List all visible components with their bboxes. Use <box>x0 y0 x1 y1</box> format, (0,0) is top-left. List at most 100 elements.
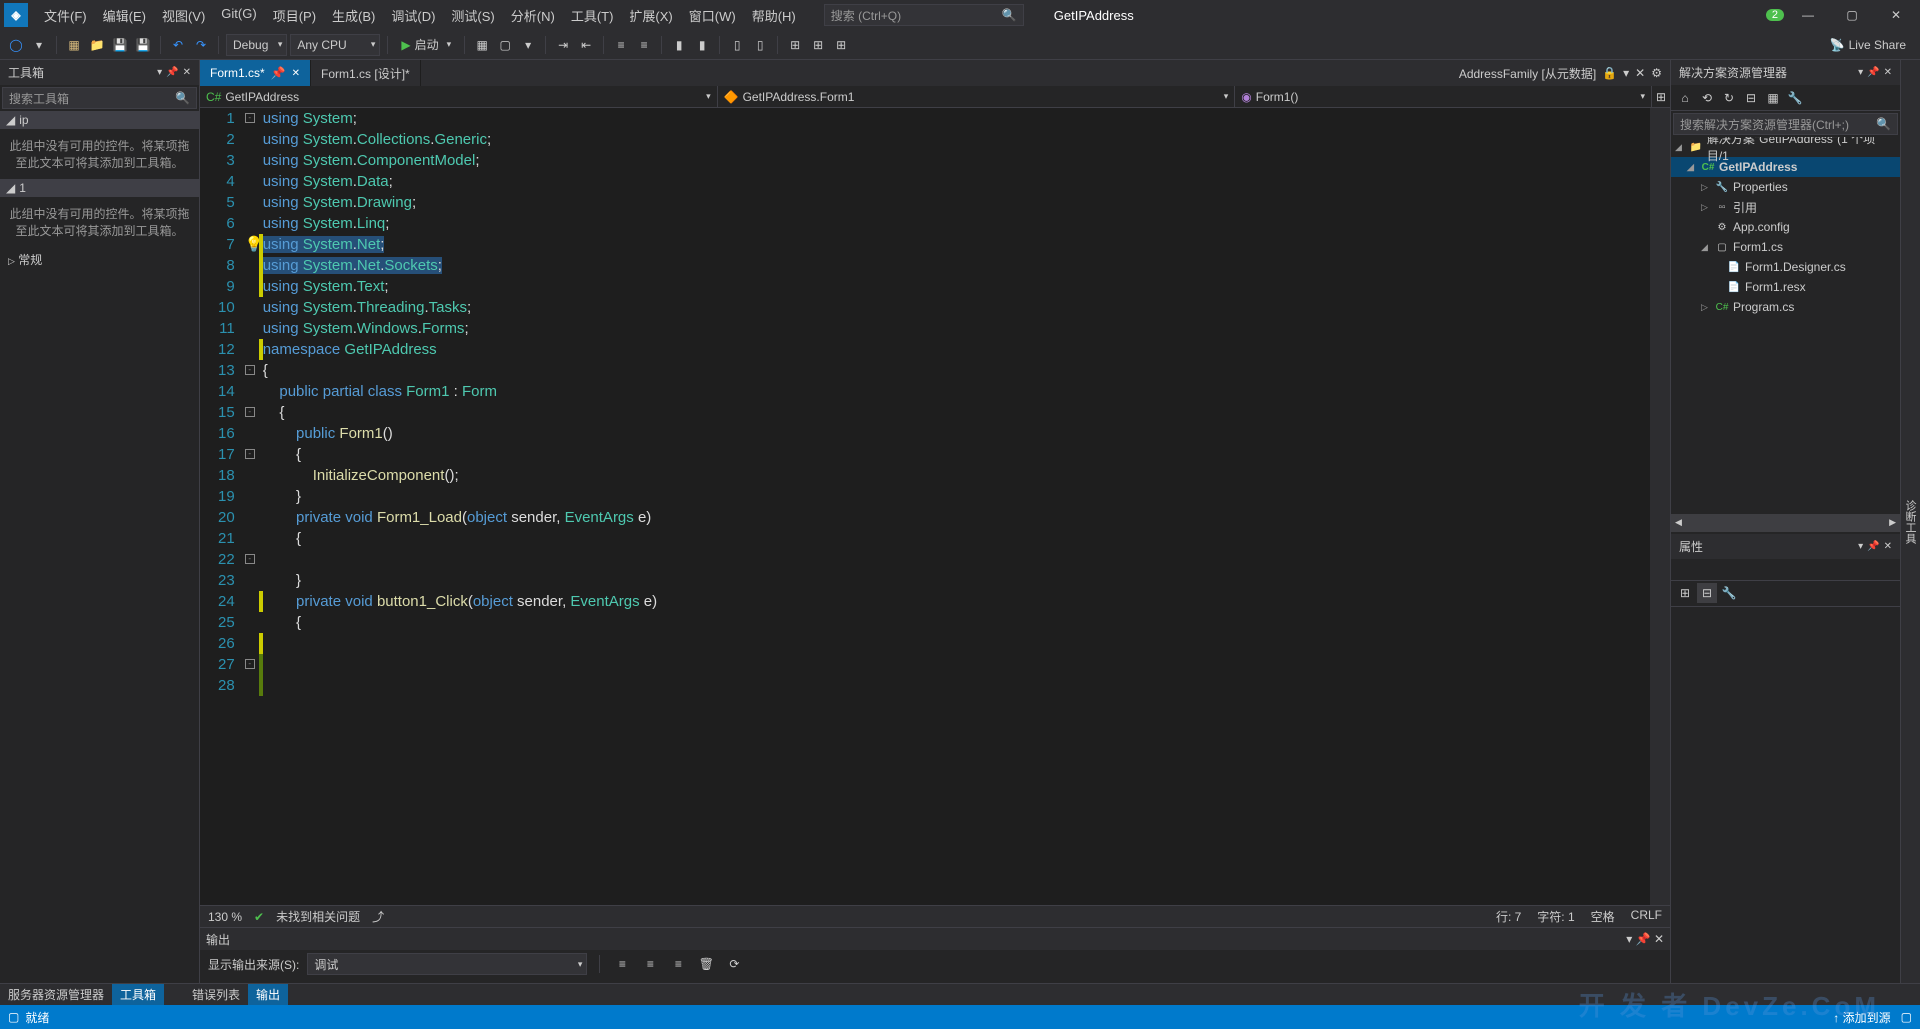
properties-node[interactable]: ▷🔧Properties <box>1671 177 1900 197</box>
output-icon[interactable]: 🗑 <box>696 954 716 974</box>
program-cs-node[interactable]: ▷C#Program.cs <box>1671 297 1900 317</box>
menu-item[interactable]: 项目(P) <box>265 2 324 29</box>
config-dropdown[interactable]: Debug <box>226 34 287 56</box>
output-source-dropdown[interactable]: 调试 <box>307 953 587 975</box>
metadata-tab-label[interactable]: AddressFamily [从元数据] <box>1459 65 1596 82</box>
redo-icon[interactable]: ↷ <box>191 35 211 55</box>
close-icon[interactable]: ✕ <box>292 68 300 79</box>
encoding-indicator[interactable]: CRLF <box>1631 908 1662 925</box>
solution-root-node[interactable]: ◢📁解决方案"GetIPAddress"(1 个项目/1 <box>1671 137 1900 157</box>
toolbar-icon[interactable]: ⊞ <box>785 35 805 55</box>
indent-indicator[interactable]: 空格 <box>1591 908 1615 925</box>
add-source-button[interactable]: ↑ 添加到源 <box>1833 1009 1890 1026</box>
references-node[interactable]: ▷▫▫引用 <box>1671 197 1900 217</box>
open-icon[interactable]: 📁 <box>87 35 107 55</box>
menu-item[interactable]: 文件(F) <box>36 2 95 29</box>
menu-item[interactable]: 编辑(E) <box>95 2 154 29</box>
close-icon[interactable]: ✕ <box>1635 66 1645 80</box>
home-icon[interactable]: ⌂ <box>1675 88 1695 108</box>
toolbar-icon[interactable]: ▯ <box>727 35 747 55</box>
minimize-button[interactable]: — <box>1788 1 1828 29</box>
side-tab-diagnostics[interactable]: 诊断工具 <box>1900 60 1920 983</box>
dropdown-icon[interactable]: ▾ <box>1858 67 1863 78</box>
menu-item[interactable]: 视图(V) <box>154 2 213 29</box>
pin-icon[interactable]: 📌 <box>1636 932 1651 946</box>
properties-grid[interactable] <box>1671 607 1900 984</box>
notification-badge[interactable]: 2 <box>1766 9 1784 21</box>
toolbar-icon[interactable]: ▮ <box>669 35 689 55</box>
properties-icon[interactable]: 🔧 <box>1785 88 1805 108</box>
form1-resx-node[interactable]: 📄Form1.resx <box>1671 277 1900 297</box>
code-editor[interactable]: 1234567891011121314151617181920212223242… <box>200 108 1670 905</box>
col-indicator[interactable]: 字符: 1 <box>1537 908 1574 925</box>
categorize-icon[interactable]: ⊞ <box>1675 583 1695 603</box>
menu-item[interactable]: 窗口(W) <box>681 2 744 29</box>
toolbar-icon[interactable]: ▢ <box>495 35 515 55</box>
toolbar-icon[interactable]: ≡ <box>634 35 654 55</box>
dropdown-icon[interactable]: ▾ <box>157 67 162 78</box>
maximize-button[interactable]: ▢ <box>1832 1 1872 29</box>
menu-item[interactable]: 分析(N) <box>503 2 563 29</box>
toolbar-icon[interactable]: ⊞ <box>808 35 828 55</box>
save-icon[interactable]: 💾 <box>110 35 130 55</box>
toolbar-icon[interactable]: ▦ <box>472 35 492 55</box>
zoom-level[interactable]: 130 % <box>208 910 242 924</box>
solution-search-input[interactable]: 搜索解决方案资源管理器(Ctrl+;)🔍 <box>1673 113 1898 135</box>
solution-tree[interactable]: ◢📁解决方案"GetIPAddress"(1 个项目/1 ◢C#GetIPAdd… <box>1671 137 1900 514</box>
pin-icon[interactable]: 📌 <box>271 66 286 80</box>
forward-button[interactable]: ▾ <box>29 35 49 55</box>
refresh-icon[interactable]: ↻ <box>1719 88 1739 108</box>
nav-member-dropdown[interactable]: ◉Form1()▾ <box>1235 86 1652 107</box>
new-project-icon[interactable]: ▦ <box>64 35 84 55</box>
nav-class-dropdown[interactable]: 🔶GetIPAddress.Form1▾ <box>718 86 1236 107</box>
toolbar-icon[interactable]: ▮ <box>692 35 712 55</box>
global-search-input[interactable]: 搜索 (Ctrl+Q)🔍 <box>824 4 1024 26</box>
gear-icon[interactable]: ⚙ <box>1651 66 1662 80</box>
scrollbar-vertical[interactable] <box>1650 108 1670 905</box>
scrollbar-horizontal[interactable]: ◀▶ <box>1671 514 1900 532</box>
toolbar-icon[interactable]: ⇥ <box>553 35 573 55</box>
toolbox-group-1[interactable]: ◢1 <box>0 179 199 197</box>
close-icon[interactable]: ✕ <box>1884 541 1892 552</box>
toolbox-group-ip[interactable]: ◢ip <box>0 111 199 129</box>
appconfig-node[interactable]: ⚙App.config <box>1671 217 1900 237</box>
bottom-tab[interactable]: 工具箱 <box>112 984 164 1005</box>
back-button[interactable]: ◯ <box>6 35 26 55</box>
toolbox-group-general[interactable]: ▷ 常规 <box>0 247 199 272</box>
live-share-button[interactable]: 📡 Live Share <box>1822 38 1914 52</box>
close-button[interactable]: ✕ <box>1876 1 1916 29</box>
save-all-icon[interactable]: 💾 <box>133 35 153 55</box>
bottom-tab[interactable]: 错误列表 <box>184 984 248 1005</box>
toolbar-icon[interactable]: ▾ <box>518 35 538 55</box>
sync-icon[interactable]: ⟲ <box>1697 88 1717 108</box>
issues-label[interactable]: 未找到相关问题 <box>276 908 360 925</box>
tab-form1-design[interactable]: Form1.cs [设计]* <box>311 60 421 86</box>
output-icon[interactable]: ≡ <box>640 954 660 974</box>
toolbar-icon[interactable]: ⇤ <box>576 35 596 55</box>
menu-item[interactable]: 帮助(H) <box>744 2 804 29</box>
show-all-icon[interactable]: ▦ <box>1763 88 1783 108</box>
chevron-icon[interactable]: ⤴ <box>372 908 384 925</box>
dropdown-icon[interactable]: ▾ <box>1626 932 1632 946</box>
toolbox-search-input[interactable]: 搜索工具箱🔍 <box>2 87 197 109</box>
dropdown-icon[interactable]: ▾ <box>1858 541 1863 552</box>
undo-icon[interactable]: ↶ <box>168 35 188 55</box>
output-icon[interactable]: ⟳ <box>724 954 744 974</box>
close-icon[interactable]: ✕ <box>183 67 191 78</box>
pin-icon[interactable]: 📌 <box>166 67 178 78</box>
pin-icon[interactable]: 📌 <box>1867 67 1879 78</box>
split-icon[interactable]: ⊞ <box>1652 86 1670 107</box>
menu-item[interactable]: 扩展(X) <box>621 2 680 29</box>
dropdown-icon[interactable]: ▾ <box>1623 66 1629 80</box>
toolbar-icon[interactable]: ⊞ <box>831 35 851 55</box>
form1-designer-node[interactable]: 📄Form1.Designer.cs <box>1671 257 1900 277</box>
output-icon[interactable]: ≡ <box>612 954 632 974</box>
menu-item[interactable]: 测试(S) <box>443 2 502 29</box>
pin-icon[interactable]: 📌 <box>1867 541 1879 552</box>
menu-item[interactable]: 工具(T) <box>563 2 622 29</box>
menu-item[interactable]: Git(G) <box>213 2 264 29</box>
line-indicator[interactable]: 行: 7 <box>1496 908 1521 925</box>
bottom-tab[interactable]: 服务器资源管理器 <box>0 984 112 1005</box>
toolbar-icon[interactable]: ≡ <box>611 35 631 55</box>
output-icon[interactable]: ≡ <box>668 954 688 974</box>
